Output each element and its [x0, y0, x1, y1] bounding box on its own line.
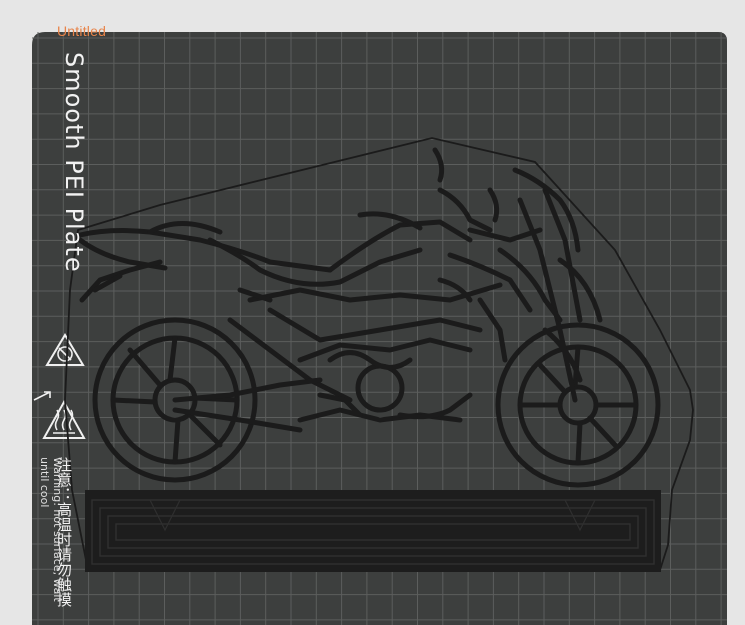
model-base — [85, 490, 661, 572]
project-title: Untitled — [57, 23, 107, 39]
plate-type-label: Smooth PEI Plate — [60, 52, 88, 273]
build-plate-canvas — [32, 32, 727, 625]
plate-warning-en: Warning: hot surface, wait until cool — [38, 457, 64, 602]
3d-viewport[interactable]: Untitled Smooth PEI Plate 注意：高温时请勿触摸 War… — [0, 0, 745, 625]
